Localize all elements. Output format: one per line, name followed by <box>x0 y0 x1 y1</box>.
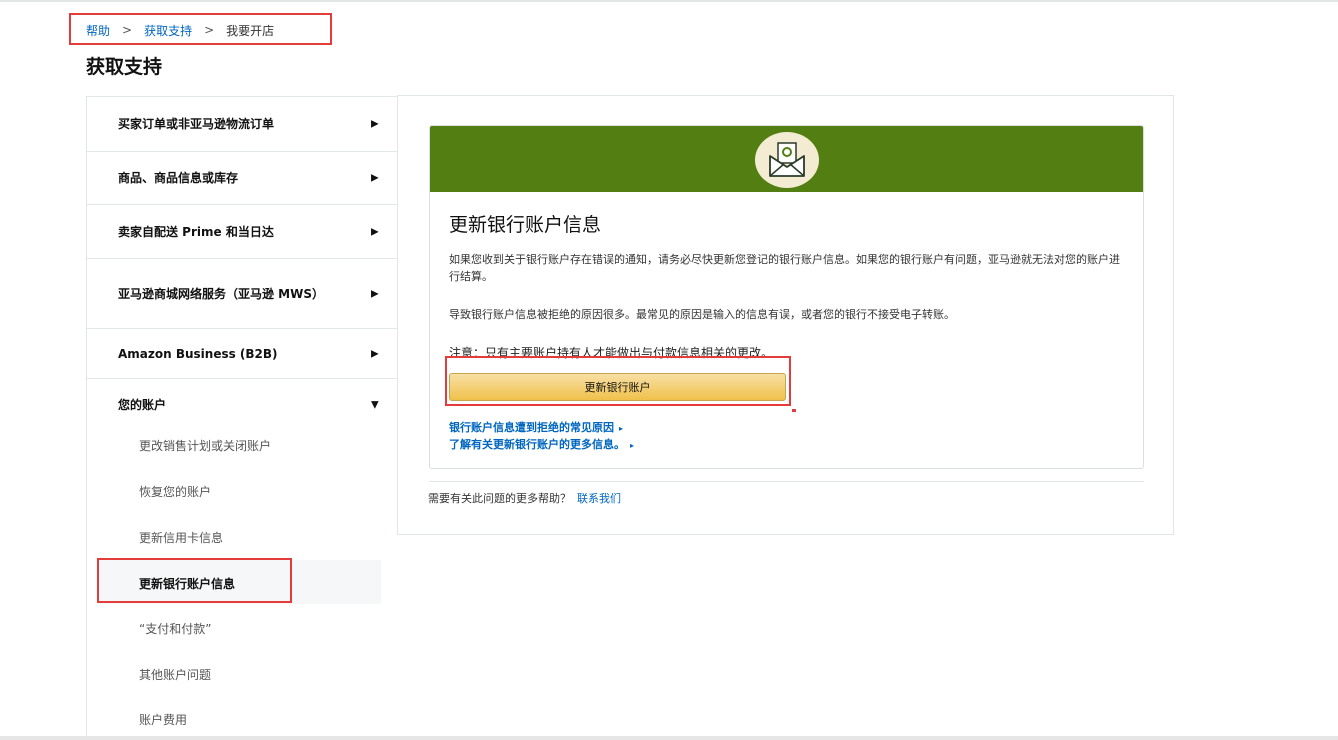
sidebar-subitem-account-fees[interactable]: 账户费用 <box>139 711 187 728</box>
expand-arrow-icon: ▶ <box>371 226 379 237</box>
link-label: 了解有关更新银行账户的更多信息。 <box>449 438 625 451</box>
sidebar-category-products-listings[interactable]: 商品、商品信息或库存 ▶ <box>87 152 397 205</box>
sidebar-subitem-restore-account[interactable]: 恢复您的账户 <box>139 483 211 500</box>
help-article-card: 更新银行账户信息 如果您收到关于银行账户存在错误的通知，请务必尽快更新您登记的银… <box>429 125 1144 469</box>
page-title: 获取支持 <box>86 56 163 78</box>
expand-arrow-icon: ▶ <box>371 172 379 184</box>
highlight-box-active-item <box>97 558 292 603</box>
article-banner <box>430 126 1143 192</box>
sidebar-category-label: 亚马逊商城网络服务（亚马逊 MWS） <box>118 286 324 301</box>
help-prompt: 需要有关此问题的更多帮助？ <box>428 492 571 505</box>
contact-us-link[interactable]: 联系我们 <box>577 492 621 505</box>
content-divider <box>429 481 1144 482</box>
sidebar-subitem-change-plan[interactable]: 更改销售计划或关闭账户 <box>139 437 271 454</box>
sidebar-category-label: 买家订单或非亚马逊物流订单 <box>118 117 275 131</box>
link-learn-more-update[interactable]: 了解有关更新银行账户的更多信息。 ▸ <box>449 436 634 452</box>
expand-arrow-icon: ▶ <box>371 118 379 130</box>
article-paragraph-2: 导致银行账户信息被拒绝的原因很多。最常见的原因是输入的信息有误，或者您的银行不接… <box>449 308 955 321</box>
sidebar-category-amazon-business[interactable]: Amazon Business (B2B) ▶ <box>87 329 397 379</box>
sidebar-subitem-update-credit-card[interactable]: 更新信用卡信息 <box>139 529 223 546</box>
highlight-mark <box>792 409 796 412</box>
sidebar-category-buyer-orders[interactable]: 买家订单或非亚马逊物流订单 ▶ <box>87 97 397 152</box>
caret-right-icon: ▸ <box>619 424 624 433</box>
sidebar-category-your-account[interactable]: 您的账户 ▼ <box>87 379 397 431</box>
sidebar-category-label: 您的账户 <box>118 398 167 412</box>
collapse-arrow-icon: ▼ <box>371 399 379 411</box>
link-common-rejection-reasons[interactable]: 银行账户信息遭到拒绝的常见原因 ▸ <box>449 419 623 435</box>
bottom-border <box>0 736 1338 740</box>
sidebar-category-seller-prime[interactable]: 卖家自配送 Prime 和当日达 ▶ <box>87 205 397 259</box>
caret-right-icon: ▸ <box>630 441 635 450</box>
envelope-money-icon <box>755 132 819 188</box>
content-panel: 更新银行账户信息 如果您收到关于银行账户存在错误的通知，请务必尽快更新您登记的银… <box>397 95 1174 535</box>
article-paragraph-1: 如果您收到关于银行账户存在错误的通知，请务必尽快更新您登记的银行账户信息。如果您… <box>449 253 1120 283</box>
sidebar-category-label: 商品、商品信息或库存 <box>118 171 239 185</box>
highlight-box-button <box>445 356 791 406</box>
sidebar-category-label: Amazon Business (B2B) <box>118 346 278 361</box>
sidebar-nav: 买家订单或非亚马逊物流订单 ▶ 商品、商品信息或库存 ▶ 卖家自配送 Prime… <box>86 96 397 738</box>
expand-arrow-icon: ▶ <box>371 348 379 359</box>
sidebar-subitem-payments[interactable]: “支付和付款” <box>139 620 211 637</box>
highlight-box-breadcrumb <box>69 13 332 45</box>
sidebar-subitem-other-account-issues[interactable]: 其他账户问题 <box>139 666 211 683</box>
link-label: 银行账户信息遭到拒绝的常见原因 <box>449 421 614 434</box>
help-footer: 需要有关此问题的更多帮助？ 联系我们 <box>428 490 621 506</box>
sidebar-category-mws[interactable]: 亚马逊商城网络服务（亚马逊 MWS） ▶ <box>87 259 397 329</box>
article-title: 更新银行账户信息 <box>449 214 602 236</box>
expand-arrow-icon: ▶ <box>371 288 379 299</box>
top-border <box>0 0 1338 2</box>
sidebar-category-label: 卖家自配送 Prime 和当日达 <box>118 224 274 239</box>
